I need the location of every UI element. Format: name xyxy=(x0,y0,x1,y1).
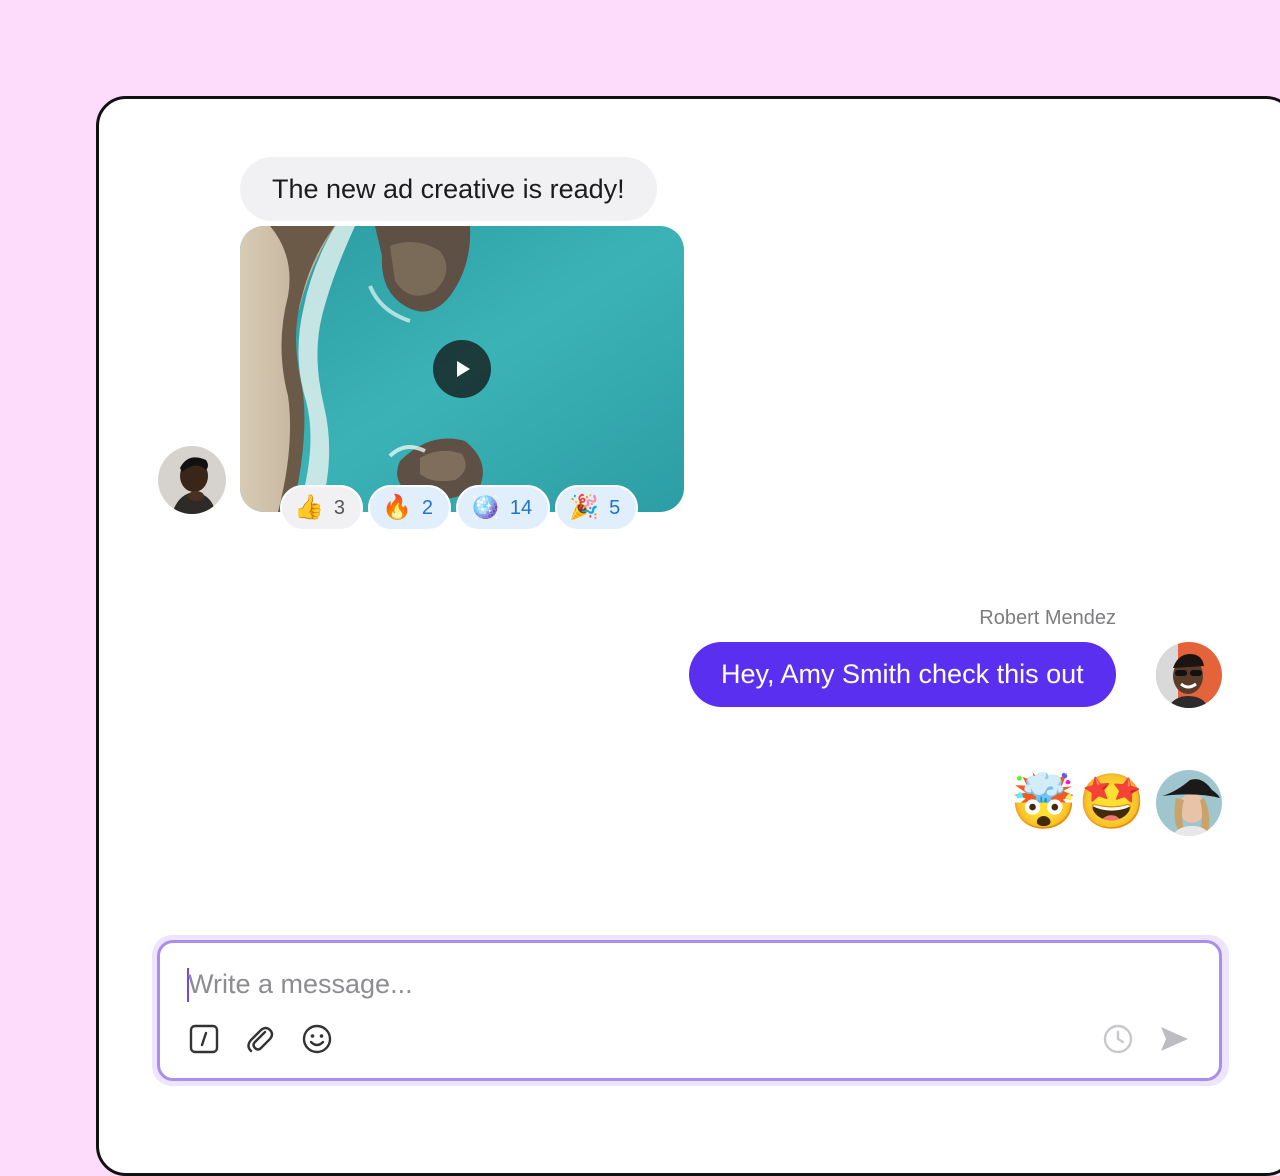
message-bubble-outgoing: Hey, Amy Smith check this out xyxy=(689,642,1116,707)
reaction-count: 3 xyxy=(333,496,346,519)
avatar-robert-mendez[interactable] xyxy=(1156,642,1222,708)
reaction-count: 2 xyxy=(421,496,434,519)
video-attachment[interactable] xyxy=(240,226,684,512)
reaction-fire[interactable]: 🔥 2 xyxy=(368,485,452,531)
slash-command-icon[interactable] xyxy=(186,1021,222,1057)
avatar-image xyxy=(1156,642,1222,708)
sender-name: Robert Mendez xyxy=(979,607,1116,629)
message-input[interactable]: Write a message... xyxy=(188,969,413,1000)
star-struck-icon: 🤩 xyxy=(1078,772,1146,832)
paperclip-icon[interactable] xyxy=(242,1021,278,1057)
clock-icon[interactable] xyxy=(1100,1021,1136,1057)
avatar-image xyxy=(1156,770,1222,836)
reaction-disco-ball[interactable]: 🪩 14 xyxy=(456,485,551,531)
fire-icon: 🔥 xyxy=(382,494,412,521)
avatar-user-hat[interactable] xyxy=(1156,770,1222,836)
play-icon xyxy=(457,361,470,377)
reaction-party-popper[interactable]: 🎉 5 xyxy=(555,485,639,531)
send-icon[interactable] xyxy=(1156,1021,1192,1057)
chat-window: The new ad creative is ready! 👍 3 🔥 2 🪩 … xyxy=(96,96,1280,1176)
emoji-icon[interactable] xyxy=(299,1021,335,1057)
message-bubble-incoming: The new ad creative is ready! xyxy=(240,157,657,221)
reaction-count: 14 xyxy=(509,496,533,519)
reaction-bar: 👍 3 🔥 2 🪩 14 🎉 5 xyxy=(280,485,639,531)
thumbs-up-icon: 👍 xyxy=(294,494,324,521)
message-composer[interactable]: Write a message... xyxy=(157,940,1222,1081)
avatar-image xyxy=(158,446,226,514)
play-button[interactable] xyxy=(433,340,491,398)
disco-ball-icon: 🪩 xyxy=(470,494,500,521)
exploding-head-icon: 🤯 xyxy=(1010,772,1078,832)
reaction-thumbs-up[interactable]: 👍 3 xyxy=(280,485,364,531)
reaction-count: 5 xyxy=(609,496,621,519)
party-popper-icon: 🎉 xyxy=(569,494,600,521)
avatar-sender-left[interactable] xyxy=(158,446,226,514)
